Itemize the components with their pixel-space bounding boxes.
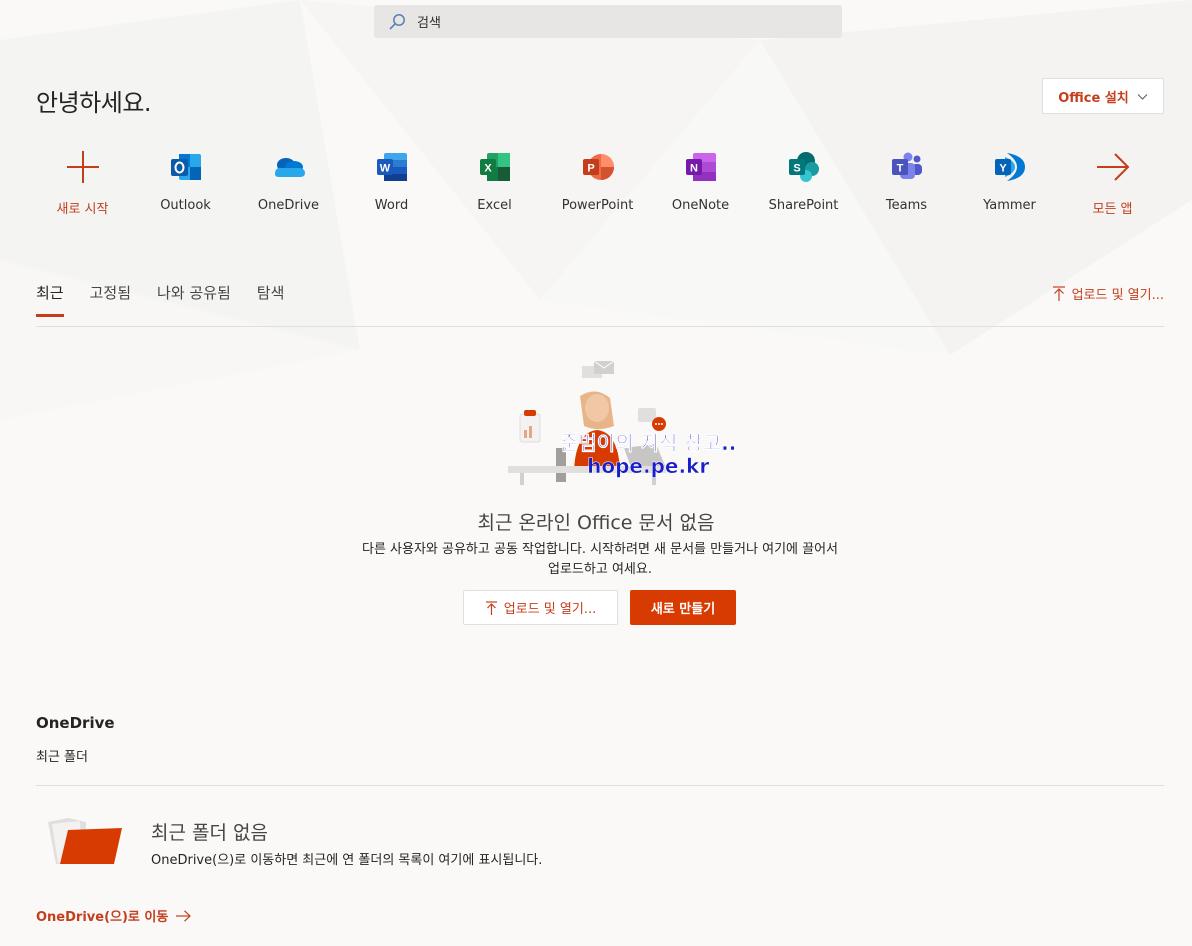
app-label: Outlook <box>160 198 211 213</box>
go-to-onedrive-link[interactable]: OneDrive(으)로 이동 <box>36 906 192 925</box>
svg-text:S: S <box>793 163 800 175</box>
app-label: OneDrive <box>257 198 320 213</box>
install-office-label: Office 설치 <box>1058 90 1129 106</box>
upload-open-button-label: 업로드 및 열기... <box>503 602 597 617</box>
arrow-right-icon <box>1096 153 1129 181</box>
app-teams[interactable]: T Teams <box>855 148 958 217</box>
app-label: Yammer <box>983 198 1036 213</box>
greeting-title: 안녕하세요. <box>36 89 152 117</box>
upload-arrow-icon <box>1052 286 1065 301</box>
excel-icon: X <box>479 153 510 181</box>
onedrive-divider <box>36 785 1164 786</box>
app-label: 새로 시작 <box>56 202 109 217</box>
app-label: Excel <box>477 198 512 213</box>
app-label: Word <box>374 198 409 213</box>
sharepoint-icon: S <box>788 152 819 182</box>
onedrive-icon <box>274 158 305 177</box>
search-box[interactable]: 검색 <box>374 5 842 38</box>
upload-open-button[interactable]: 업로드 및 열기... <box>463 590 618 625</box>
watermark-line-1: 준범이의 지식 창고.. <box>560 431 737 455</box>
svg-text:X: X <box>484 163 492 175</box>
app-word[interactable]: W Word <box>340 148 443 217</box>
install-office-button[interactable]: Office 설치 <box>1042 78 1164 114</box>
app-yammer[interactable]: Y Yammer <box>958 148 1061 217</box>
document-tabs: 최근 고정됨 나와 공유됨 탐색 <box>36 282 285 317</box>
empty-state-title: 최근 온라인 Office 문서 없음 <box>477 512 715 534</box>
tab-shared-with-me[interactable]: 나와 공유됨 <box>157 282 231 311</box>
no-recent-folders-title: 최근 폴더 없음 <box>151 822 268 844</box>
app-label: 모든 앱 <box>1092 202 1133 217</box>
tab-discover[interactable]: 탐색 <box>257 282 285 311</box>
empty-state-description-line-1: 다른 사용자와 공유하고 공동 작업합니다. 시작하려면 새 문서를 만들거나 … <box>361 542 839 557</box>
onedrive-section-title: OneDrive <box>36 714 115 732</box>
app-outlook[interactable]: Outlook <box>134 148 237 217</box>
search-icon <box>389 13 405 30</box>
app-label: PowerPoint <box>561 198 634 213</box>
svg-text:N: N <box>690 163 698 175</box>
svg-text:P: P <box>587 163 594 175</box>
app-new[interactable]: 새로 시작 <box>31 148 134 217</box>
upload-open-link[interactable]: 업로드 및 열기... <box>1052 284 1164 303</box>
watermark-text: 준범이의 지식 창고.. hope.pe.kr <box>560 431 737 478</box>
no-recent-folders-description: OneDrive(으)로 이동하면 최근에 연 폴더의 목록이 여기에 표시됩니… <box>151 853 543 868</box>
app-excel[interactable]: X Excel <box>443 148 546 217</box>
plus-icon <box>66 151 99 183</box>
recent-folders-subtitle: 최근 폴더 <box>36 750 88 765</box>
app-all-apps[interactable]: 모든 앱 <box>1061 148 1164 217</box>
app-onenote[interactable]: N OneNote <box>649 148 752 217</box>
powerpoint-icon: P <box>582 154 614 180</box>
app-onedrive[interactable]: OneDrive <box>237 148 340 217</box>
outlook-icon <box>170 154 201 180</box>
upload-open-label: 업로드 및 열기... <box>1071 288 1164 303</box>
arrow-right-icon <box>176 909 192 922</box>
svg-text:T: T <box>896 163 903 175</box>
tab-recent[interactable]: 최근 <box>36 282 64 317</box>
empty-state-description-line-2: 업로드하고 여세요. <box>548 562 652 577</box>
app-sharepoint[interactable]: S SharePoint <box>752 148 855 217</box>
app-label: SharePoint <box>768 198 839 213</box>
upload-arrow-icon <box>485 600 497 615</box>
svg-text:Y: Y <box>999 163 1007 175</box>
app-label: OneNote <box>671 198 730 213</box>
create-new-button[interactable]: 새로 만들기 <box>630 590 736 625</box>
go-to-onedrive-label: OneDrive(으)로 이동 <box>36 910 169 925</box>
tabs-divider <box>36 326 1164 327</box>
watermark-line-2: hope.pe.kr <box>587 454 710 478</box>
app-launcher: 새로 시작 Outlook OneDrive W Word X Excel P … <box>31 148 1164 217</box>
onenote-icon: N <box>685 153 716 181</box>
folder-icon <box>48 818 122 864</box>
app-powerpoint[interactable]: P PowerPoint <box>546 148 649 217</box>
word-icon: W <box>376 153 407 181</box>
empty-state-description: 다른 사용자와 공유하고 공동 작업합니다. 시작하려면 새 문서를 만들거나 … <box>320 540 880 580</box>
search-placeholder: 검색 <box>417 16 441 31</box>
yammer-icon: Y <box>994 153 1025 181</box>
svg-text:W: W <box>379 163 390 175</box>
teams-icon: T <box>891 152 922 179</box>
tab-pinned[interactable]: 고정됨 <box>90 282 131 311</box>
app-label: Teams <box>885 198 928 213</box>
chevron-down-icon <box>1137 93 1148 100</box>
